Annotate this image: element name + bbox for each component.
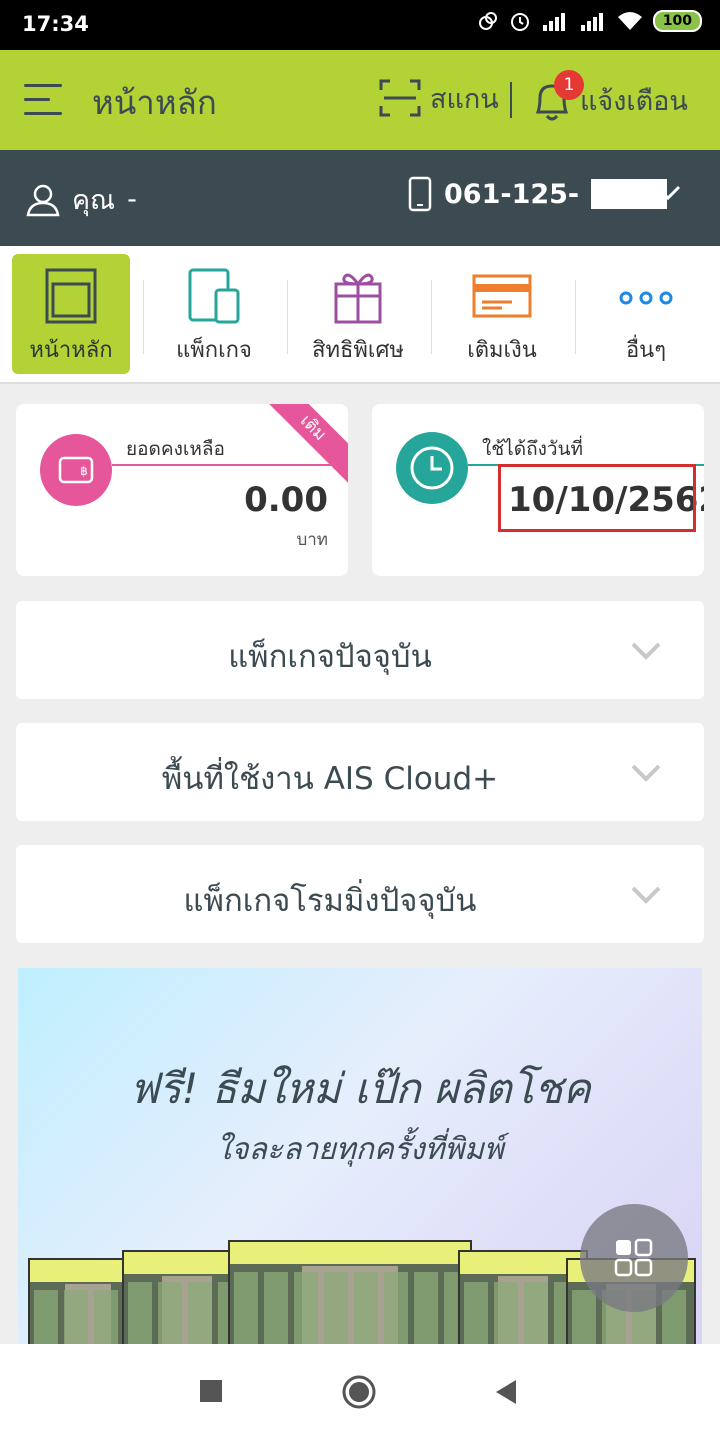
keyboard-preview: [228, 1240, 472, 1344]
divider: [431, 280, 432, 354]
wallet-icon: ฿: [40, 434, 112, 506]
chevron-down-icon: [631, 764, 661, 782]
chevron-down-icon: [631, 886, 661, 904]
tab-topup[interactable]: เติมเงิน: [443, 254, 561, 374]
status-time: 17:34: [22, 12, 89, 36]
signal-icon: [580, 13, 603, 31]
user-name: -: [127, 184, 137, 215]
gift-icon: [334, 273, 382, 324]
menu-icon[interactable]: [24, 80, 68, 120]
devices-icon: [188, 268, 240, 324]
divider: [510, 82, 512, 118]
highlight-box: [498, 464, 696, 532]
home-icon[interactable]: [341, 1374, 377, 1410]
tab-home[interactable]: หน้าหลัก: [12, 254, 130, 374]
scan-icon: [379, 79, 421, 117]
page-title: หน้าหลัก: [92, 83, 217, 122]
balance-unit: บาท: [296, 530, 328, 550]
balance-card[interactable]: ฿ ยอดคงเหลือ 0.00 บาท เติม: [16, 404, 348, 576]
currency-symbol: ฿: [80, 464, 88, 478]
clock-icon: [396, 432, 468, 504]
wifi-icon: [617, 12, 642, 30]
divider: [143, 280, 144, 354]
accordion-cloud-storage[interactable]: พื้นที่ใช้งาน AIS Cloud+: [16, 723, 704, 821]
balance-value: 0.00: [244, 480, 328, 520]
home-screen-icon: [45, 268, 97, 324]
app-bar: หน้าหลัก สแกน 1 แจ้งเตือน: [0, 50, 720, 150]
accordion-title: พื้นที่ใช้งาน AIS Cloud+: [161, 761, 499, 797]
user-icon: [26, 184, 60, 216]
main-tab-bar: หน้าหลัก แพ็กเกจ สิทธิพิเศษ เติมเงิน อื่…: [0, 246, 720, 384]
more-dots-icon: [619, 291, 673, 305]
battery-indicator: 100: [652, 10, 702, 32]
balance-label: ยอดคงเหลือ: [126, 438, 225, 460]
banner-headline: ฟรี! ธีมใหม่ เป๊ก ผลิตโชค: [129, 1064, 591, 1113]
tab-label: สิทธิพิเศษ: [312, 338, 404, 363]
grid-icon: [614, 1238, 653, 1277]
status-icons: 100: [477, 10, 702, 32]
quick-menu-button[interactable]: [580, 1204, 688, 1312]
accordion-title: แพ็กเกจปัจจุบัน: [228, 639, 432, 675]
notification-badge: 1: [554, 70, 584, 100]
phone-number: 061-125-: [444, 178, 580, 210]
tab-label: อื่นๆ: [625, 338, 667, 363]
status-bar: 17:34 100: [0, 0, 720, 50]
back-icon[interactable]: [494, 1378, 518, 1406]
user-label: คุณ: [72, 185, 116, 216]
scan-label: สแกน: [430, 83, 499, 115]
user-info: คุณ -: [26, 178, 137, 221]
card-icon: [472, 274, 532, 318]
divider: [112, 464, 348, 466]
notification-button[interactable]: 1 แจ้งเตือน: [530, 70, 688, 124]
notification-label: แจ้งเตือน: [580, 85, 688, 117]
accordion-roaming-package[interactable]: แพ็กเกจโรมมิ่งปัจจุบัน: [16, 845, 704, 943]
tab-label: หน้าหลัก: [29, 338, 113, 363]
phone-info: 061-125-: [408, 176, 668, 212]
system-nav-bar: [0, 1344, 720, 1440]
tab-more[interactable]: อื่นๆ: [587, 254, 705, 374]
chevron-down-icon: [631, 642, 661, 660]
tab-label: แพ็กเกจ: [176, 338, 252, 363]
tab-privileges[interactable]: สิทธิพิเศษ: [299, 254, 417, 374]
topup-ribbon[interactable]: เติม: [257, 404, 348, 484]
divider: [575, 280, 576, 354]
account-bar[interactable]: คุณ - 061-125-: [0, 150, 720, 246]
phone-icon: [408, 176, 432, 212]
scan-button[interactable]: สแกน: [378, 76, 499, 120]
divider: [287, 280, 288, 354]
banner-subline: ใจละลายทุกครั้งที่พิมพ์: [216, 1132, 504, 1167]
chevron-down-icon[interactable]: [654, 184, 682, 202]
tab-package[interactable]: แพ็กเกจ: [155, 254, 273, 374]
alarm-icon: [510, 13, 529, 31]
accordion-title: แพ็กเกจโรมมิ่งปัจจุบัน: [183, 883, 477, 919]
sync-icon: [478, 12, 497, 30]
recents-icon[interactable]: [198, 1378, 224, 1404]
tab-label: เติมเงิน: [467, 338, 537, 363]
expiry-card: ใช้ได้ถึงวันที่ 10/10/2562: [372, 404, 704, 576]
expiry-label: ใช้ได้ถึงวันที่: [482, 438, 584, 460]
accordion-current-package[interactable]: แพ็กเกจปัจจุบัน: [16, 601, 704, 699]
signal-icon: [542, 13, 565, 31]
